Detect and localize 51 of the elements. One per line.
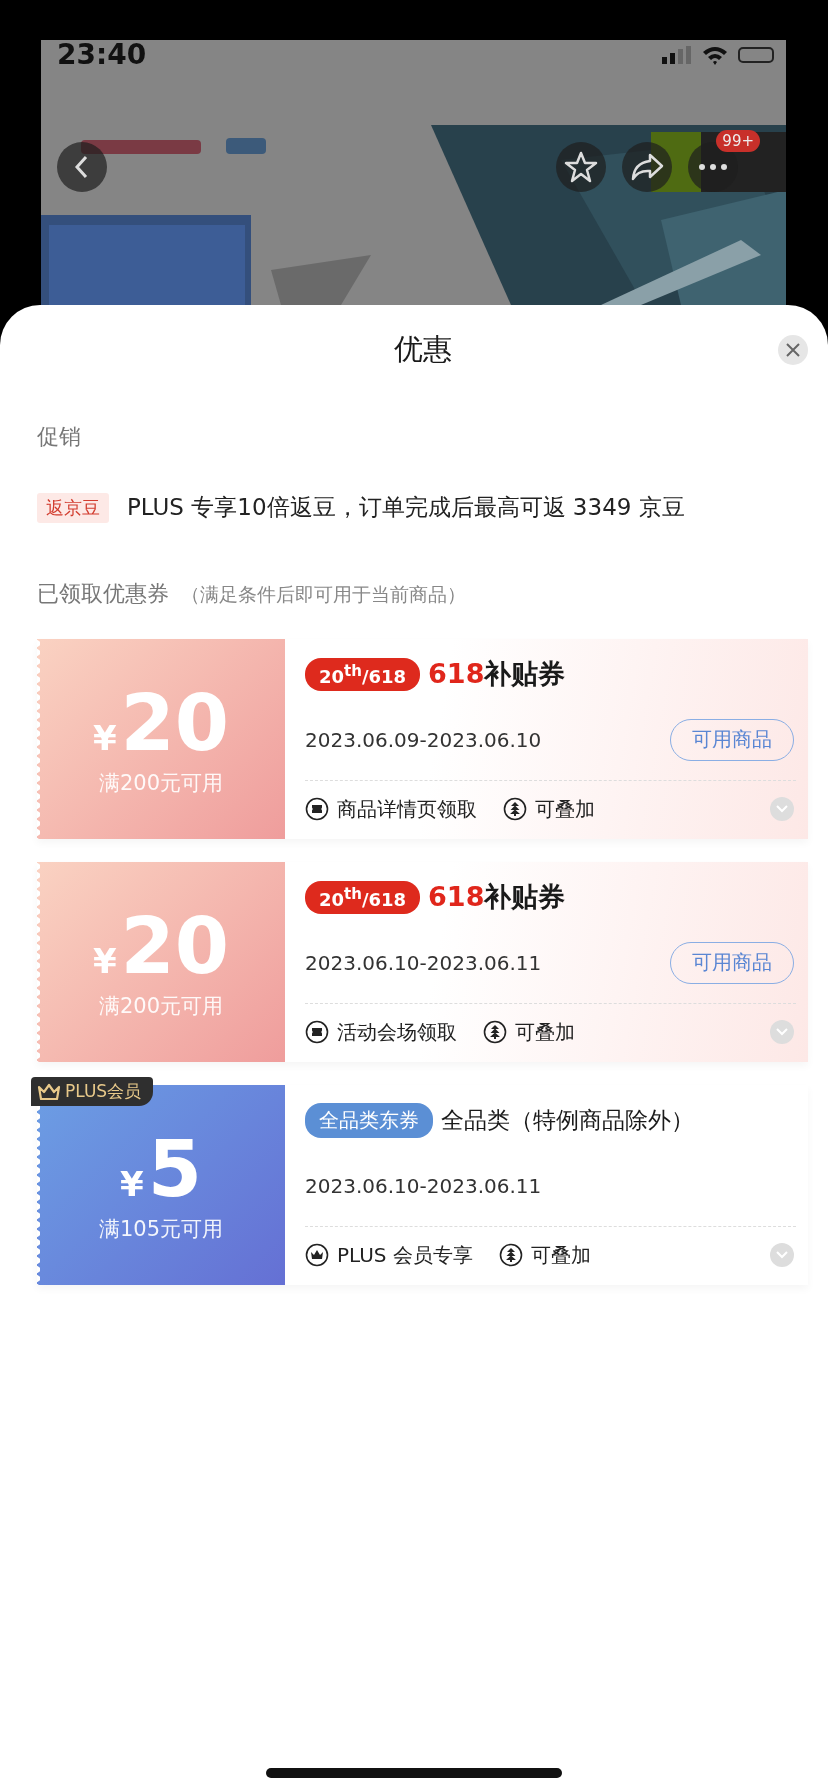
tree-icon [483,1020,507,1044]
battery-icon [738,47,774,63]
coupon-badge: 20$^{th}$/618 [305,657,421,691]
tree-icon [503,797,527,821]
sheet-title: 优惠 [393,331,452,368]
notification-badge: 99+ [716,130,760,152]
coupon-feature: 可叠加 [535,795,595,823]
currency-sign: ¥ [92,941,117,981]
chevron-down-icon [776,1251,788,1259]
status-time: 23:40 [57,40,147,71]
coupon-feature: 活动会场领取 [337,1018,457,1046]
section-note: （满足条件后即可用于当前商品） [181,582,466,607]
coupon-badge: 全品类东券 [305,1102,433,1138]
more-icon [698,163,728,171]
currency-sign: ¥ [92,718,117,758]
promo-text: PLUS 专享10倍返豆，订单完成后最高可返 3349 京豆 [127,493,685,522]
coupon-dates: 2023.06.10-2023.06.11 [305,1173,542,1198]
coupon-amount: 20 [120,681,230,765]
close-button[interactable] [778,335,808,365]
coupon-title: 全品类（特例商品除外） [441,1105,694,1135]
coupon-feature: 商品详情页领取 [337,795,477,823]
coupon-feature: 可叠加 [515,1018,575,1046]
currency-sign: ¥ [120,1164,144,1204]
coupon-title: 618补贴券 [428,880,566,914]
member-tag-text: PLUS会员 [65,1080,142,1103]
tree-icon [498,1243,523,1267]
star-icon [564,150,598,184]
coupon-badge: 20$^{th}$/618 [305,880,421,914]
section-heading: 促销 [37,423,82,451]
coupon-condition: 满200元可用 [98,770,224,797]
coupon-condition: 满200元可用 [98,993,224,1020]
coupon-dates: 2023.06.09-2023.06.10 [305,727,542,752]
chevron-down-icon [776,805,788,813]
section-heading: 已领取优惠券 [37,580,169,608]
signal-icon [662,46,692,64]
crown-icon [37,1082,61,1101]
coupon-condition: 满105元可用 [98,1216,224,1243]
ticket-icon [305,797,329,821]
coupon-feature: PLUS 会员专享 [337,1241,473,1269]
coupon-title: 618补贴券 [428,657,566,691]
promo-tag: 返京豆 [37,492,109,523]
wifi-icon [702,45,728,65]
coupon-amount: 20 [120,904,230,988]
crown-icon [305,1243,329,1267]
share-icon [630,152,664,182]
coupon-amount: 5 [147,1127,202,1211]
coupon-feature: 可叠加 [530,1241,591,1269]
ticket-icon [305,1020,329,1044]
close-icon [786,343,800,357]
coupon-dates: 2023.06.10-2023.06.11 [305,950,542,975]
chevron-down-icon [776,1028,788,1036]
